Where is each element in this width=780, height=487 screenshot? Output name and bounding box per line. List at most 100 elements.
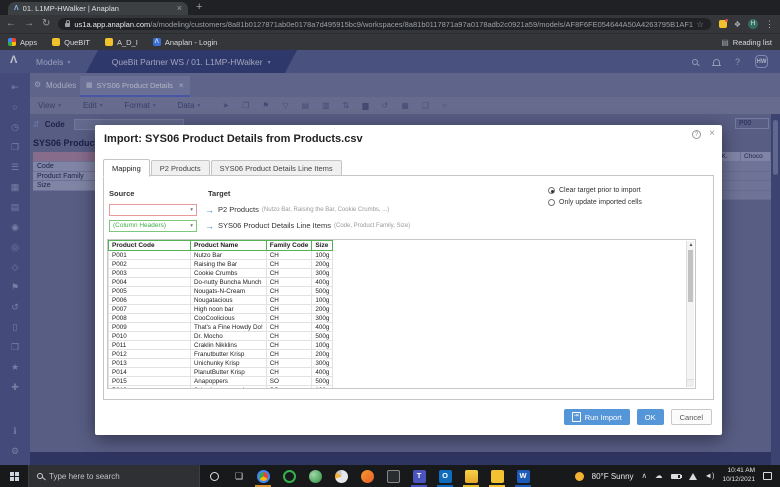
option-update-cells[interactable]: Only update imported cells <box>548 199 642 206</box>
table-scrollbar[interactable]: ▲ <box>686 241 694 387</box>
tab-p2-products[interactable]: P2 Products <box>150 160 210 176</box>
table-row: P007 High noon bar CH 200g <box>108 304 334 314</box>
browser-menu-icon[interactable]: ⋮ <box>765 19 774 30</box>
tab-mapping[interactable]: Mapping <box>103 159 150 177</box>
green-globe-app-icon[interactable] <box>302 465 328 487</box>
table-row: P013 Unichunky Krisp CH 300g <box>108 358 334 368</box>
system-tray: 80°F Sunny ∧ ☁ ◄) 10:41 AM 10/12/2021 <box>574 467 780 485</box>
browser-tab-strip: Λ 01. L1MP-HWalker | Anaplan × + <box>0 0 780 15</box>
windows-taskbar: ❏ <box>0 465 780 487</box>
pie-chart-app-icon[interactable] <box>328 465 354 487</box>
target-name: SYS06 Product Details Line Items <box>218 221 331 230</box>
task-view-icon[interactable]: ❏ <box>235 471 243 481</box>
browser-tab-title: 01. L1MP-HWalker | Anaplan <box>22 4 119 13</box>
cancel-button[interactable]: Cancel <box>670 409 712 425</box>
bookmark-icon <box>104 38 113 46</box>
onedrive-cloud-icon[interactable]: ☁ <box>655 472 663 480</box>
browser-address-bar: ← → ↻ us1a.app.anaplan.com/a/modeling/cu… <box>0 15 780 33</box>
import-dialog: Import: SYS06 Product Details from Produ… <box>95 125 722 435</box>
file-explorer-icon[interactable] <box>458 465 484 487</box>
battery-icon[interactable] <box>670 473 683 479</box>
source-select-line-items[interactable]: (Column Headers) ▾ <box>109 219 197 232</box>
chevron-down-icon: ▾ <box>190 206 193 213</box>
taskbar-clock[interactable]: 10:41 AM 10/12/2021 <box>722 467 755 485</box>
table-row: P001 Nutzo Bar CH 100g <box>108 250 334 260</box>
table-row: P016 Juicy Lucy gummies SO 100g <box>108 385 334 388</box>
table-row: P009 That's a Fine Howdy Do! CH 400g <box>108 322 334 332</box>
radio-selected-icon <box>548 187 555 194</box>
sticky-notes-icon[interactable] <box>484 465 510 487</box>
preview-table: Product Code Product Name Family Code Size … <box>108 240 334 388</box>
url-bar[interactable]: us1a.app.anaplan.com/a/modeling/customer… <box>58 18 711 30</box>
clock-time: 10:41 AM <box>727 467 755 475</box>
bookmark-star-icon[interactable]: ☆ <box>697 20 704 29</box>
teams-icon[interactable]: T <box>406 465 432 487</box>
browser-tab[interactable]: Λ 01. L1MP-HWalker | Anaplan × <box>8 2 188 15</box>
mapping-row: (Column Headers) ▾ → SYS06 Product Detai… <box>109 219 410 232</box>
column-header: Product Name <box>190 240 267 251</box>
column-header: Family Code <box>265 240 313 251</box>
scroll-up-icon[interactable]: ▲ <box>687 241 695 249</box>
green-ring-app-icon[interactable] <box>276 465 302 487</box>
weather-icon[interactable] <box>574 471 584 481</box>
volume-icon[interactable]: ◄) <box>705 472 715 480</box>
target-detail: (Code, Product Family, Size) <box>333 222 411 229</box>
reload-icon[interactable]: ↻ <box>42 19 50 29</box>
taskbar-search-input[interactable] <box>49 471 191 481</box>
dialog-close-icon[interactable]: × <box>709 128 715 139</box>
extension-icon[interactable] <box>718 19 728 28</box>
dialog-help-icon[interactable]: ? <box>692 130 701 139</box>
table-scrollbar-thumb[interactable] <box>688 250 693 302</box>
radio-unselected-icon <box>548 199 555 206</box>
orange-app-icon[interactable] <box>354 465 380 487</box>
option-clear-target[interactable]: Clear target prior to import <box>548 187 642 194</box>
taskbar-search[interactable] <box>28 465 200 487</box>
preview-table-body: P001 Nutzo Bar CH 100g P002 Raising the … <box>108 250 334 388</box>
bookmark-adi[interactable]: A_D_I <box>104 38 138 47</box>
table-row: P003 Cookie Crumbs CH 300g <box>108 268 334 278</box>
show-hidden-icons[interactable]: ∧ <box>642 472 648 480</box>
windows-logo-icon <box>9 471 19 481</box>
word-icon[interactable]: W <box>510 465 536 487</box>
reading-list-button[interactable]: ▤ Reading list <box>721 38 772 47</box>
taskbar-app-icons: T O W <box>250 465 536 487</box>
chrome-icon[interactable] <box>250 465 276 487</box>
new-tab-button[interactable]: + <box>196 1 202 13</box>
ok-button[interactable]: OK <box>636 409 664 425</box>
table-row: P014 PlanutButter Krisp CH 400g <box>108 367 334 377</box>
weather-text[interactable]: 80°F Sunny <box>592 472 634 481</box>
dialog-title: Import: SYS06 Product Details from Produ… <box>104 133 363 145</box>
bookmark-quebit[interactable]: QueBIT <box>52 38 90 47</box>
column-header: Product Code <box>108 240 191 251</box>
dialog-tabs: Mapping P2 Products SYS06 Product Detail… <box>103 158 343 177</box>
bookmark-icon <box>52 38 61 46</box>
source-select-p2-products[interactable]: ▾ <box>109 203 197 216</box>
browser-profile-avatar[interactable]: H <box>748 19 758 29</box>
table-row: P011 Craklin Nikklins CH 100g <box>108 340 334 350</box>
run-import-button[interactable]: ⇥ Run Import <box>563 409 630 425</box>
network-icon[interactable] <box>688 472 697 480</box>
bookmark-anaplan-login[interactable]: Λ Anaplan - Login <box>152 38 217 47</box>
anaplan-favicon-icon: Λ <box>14 5 19 12</box>
table-row: P006 Nougatacious CH 100g <box>108 295 334 305</box>
tab-line-items[interactable]: SYS06 Product Details Line Items <box>210 160 342 176</box>
table-row: P002 Raising the Bar CH 200g <box>108 259 334 269</box>
dialog-footer: ⇥ Run Import OK Cancel <box>563 409 712 425</box>
column-header: Size <box>311 240 334 251</box>
forward-icon[interactable]: → <box>24 19 34 29</box>
action-center-icon[interactable] <box>763 472 772 480</box>
start-button[interactable] <box>0 465 28 487</box>
cortana-icon[interactable] <box>210 471 219 481</box>
bookmark-icon <box>8 38 16 46</box>
window-app-icon[interactable] <box>380 465 406 487</box>
extensions-puzzle-icon[interactable]: ❖ <box>734 20 741 29</box>
search-icon <box>37 473 43 479</box>
outlook-icon[interactable]: O <box>432 465 458 487</box>
bookmark-apps[interactable]: Apps <box>8 38 37 47</box>
mapping-row: ▾ → P2 Products (Nutzo Bar, Raising the … <box>109 203 389 216</box>
source-label: Source <box>109 189 135 198</box>
bookmark-list: Apps QueBIT A_D_I Λ Anaplan - Login <box>8 38 217 47</box>
back-icon[interactable]: ← <box>6 19 16 29</box>
target-label: Target <box>208 189 231 198</box>
tab-close-icon[interactable]: × <box>177 4 182 13</box>
